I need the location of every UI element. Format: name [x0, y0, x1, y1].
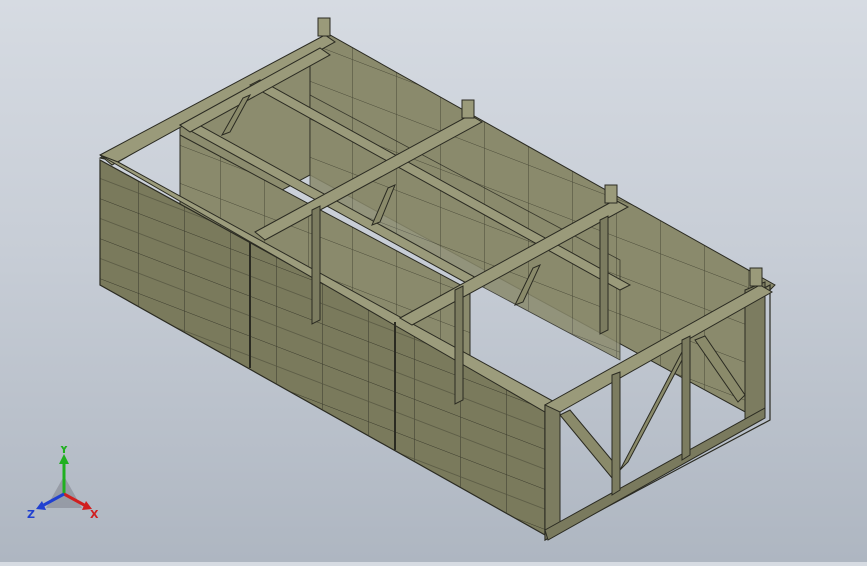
orientation-triad[interactable]: Y X Z [24, 443, 104, 526]
lifting-lug-4[interactable] [749, 267, 763, 287]
y-axis-label: Y [59, 446, 69, 456]
inner-post-1[interactable] [311, 205, 321, 325]
truss-diagonal-1[interactable] [559, 409, 621, 479]
truss-vertical-2[interactable] [681, 335, 691, 461]
lifting-lug-2[interactable] [461, 99, 475, 119]
lifting-lug-1[interactable] [317, 17, 331, 37]
truss-vertical-1[interactable] [611, 371, 621, 496]
model-canvas[interactable] [0, 0, 867, 562]
inner-post-2[interactable] [454, 285, 464, 405]
z-axis-label: Z [27, 508, 35, 521]
lifting-lug-3[interactable] [604, 184, 618, 204]
inner-post-3[interactable] [599, 215, 609, 335]
cad-viewport[interactable]: Y X Z [0, 0, 867, 562]
x-axis-label: X [90, 508, 99, 521]
right-end-column-front[interactable] [544, 399, 561, 541]
